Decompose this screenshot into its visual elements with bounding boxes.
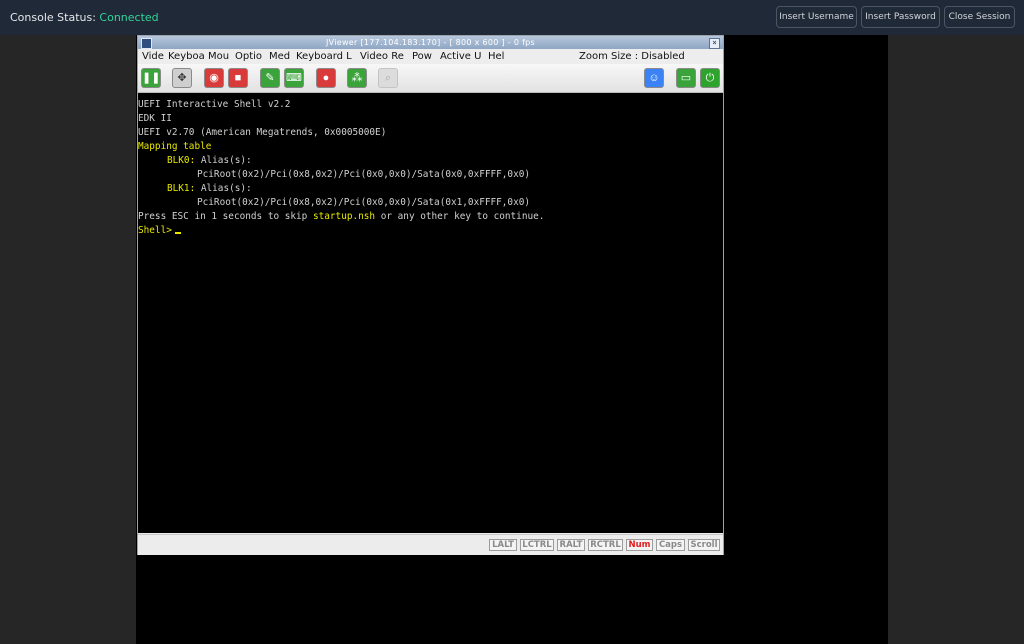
keyboard-icon[interactable]: ⌨ [284, 68, 304, 88]
zoom-size: Zoom Size : Disabled [579, 49, 685, 64]
window-titlebar[interactable]: JViewer [177.104.183.170] - [ 800 x 600 … [138, 36, 723, 49]
user-icon[interactable]: ☺ [644, 68, 664, 88]
record-icon[interactable]: ● [316, 68, 336, 88]
window-title: JViewer [177.104.183.170] - [ 800 x 600 … [325, 38, 536, 47]
console-line: BLK1: Alias(s): [167, 183, 252, 195]
top-bar: Console Status: Connected Insert Usernam… [0, 0, 1024, 35]
cdrom-icon[interactable]: ◉ [204, 68, 224, 88]
menu-video-record[interactable]: Video Re [360, 49, 404, 64]
close-session-button[interactable]: Close Session [944, 6, 1015, 28]
monitor-icon[interactable]: ▭ [676, 68, 696, 88]
console-line: EDK II [138, 113, 172, 124]
blk0-name: BLK0: [167, 155, 196, 166]
console-line: BLK0: Alias(s): [167, 155, 252, 167]
text-cursor [174, 232, 181, 234]
blk0-alias: Alias(s): [195, 155, 252, 166]
console-line: PciRoot(0x2)/Pci(0x8,0x2)/Pci(0x0,0x0)/S… [197, 169, 531, 180]
key-status-bar: LALT LCTRL RALT RCTRL Num Caps Scroll [138, 534, 723, 555]
shell-prompt: Shell> [138, 225, 181, 237]
key-rctrl[interactable]: RCTRL [588, 539, 623, 551]
press-text-b: or any other key to continue. [375, 211, 545, 222]
hotkeys-icon[interactable]: ⁂ [347, 68, 367, 88]
status-value: Connected [99, 11, 159, 24]
key-caps[interactable]: Caps [656, 539, 685, 551]
insert-password-button[interactable]: Insert Password [861, 6, 940, 28]
zoom-size-label: Zoom Size : [579, 51, 639, 62]
viewer-toolbar: ❚❚ ✥ ◉ ■ ✎ ⌨ ● ⁂ ⌕ ☺ ▭ ⏻ [138, 64, 723, 93]
insert-username-button[interactable]: Insert Username [776, 6, 857, 28]
menu-media[interactable]: Med [269, 49, 290, 64]
menu-keyboard[interactable]: Keyboa [168, 49, 205, 64]
prompt-text: Shell> [138, 225, 172, 236]
key-lctrl[interactable]: LCTRL [520, 539, 554, 551]
console-line: PciRoot(0x2)/Pci(0x8,0x2)/Pci(0x0,0x0)/S… [197, 197, 531, 208]
menu-bar: Vide Keyboa Mou Optio Med Keyboard L Vid… [138, 49, 723, 64]
menu-power[interactable]: Pow [412, 49, 432, 64]
mouse-icon[interactable]: ✎ [260, 68, 280, 88]
key-num[interactable]: Num [626, 539, 653, 551]
blk1-alias: Alias(s): [195, 183, 252, 194]
pause-icon[interactable]: ❚❚ [141, 68, 161, 88]
fullscreen-icon[interactable]: ✥ [172, 68, 192, 88]
status-label: Console Status: [10, 11, 96, 24]
stop-icon[interactable]: ■ [228, 68, 248, 88]
console-status: Console Status: Connected [10, 11, 159, 24]
zoom-icon[interactable]: ⌕ [378, 68, 398, 88]
key-lalt[interactable]: LALT [489, 539, 517, 551]
console-line: Mapping table [138, 141, 212, 152]
jviewer-window: JViewer [177.104.183.170] - [ 800 x 600 … [137, 35, 724, 555]
key-scroll[interactable]: Scroll [688, 539, 720, 551]
startup-file: startup.nsh [312, 211, 376, 222]
console-line: UEFI Interactive Shell v2.2 [138, 99, 291, 110]
console-line: UEFI v2.70 (American Megatrends, 0x00050… [138, 127, 387, 138]
menu-mouse[interactable]: Mou [208, 49, 229, 64]
menu-active-users[interactable]: Active U [440, 49, 481, 64]
power-icon[interactable]: ⏻ [700, 68, 720, 88]
press-text-a: Press ESC in 1 seconds to skip [138, 211, 313, 222]
zoom-size-value: Disabled [641, 51, 685, 62]
menu-video[interactable]: Vide [142, 49, 164, 64]
menu-keyboard-layout[interactable]: Keyboard L [296, 49, 352, 64]
menu-options[interactable]: Optio [235, 49, 262, 64]
window-close-icon[interactable]: × [709, 38, 720, 49]
menu-help[interactable]: Hel [488, 49, 504, 64]
console-line: Press ESC in 1 seconds to skip startup.n… [138, 211, 544, 223]
console-screen[interactable]: UEFI Interactive Shell v2.2 EDK II UEFI … [138, 93, 723, 533]
blk1-name: BLK1: [167, 183, 196, 194]
key-ralt[interactable]: RALT [557, 539, 585, 551]
